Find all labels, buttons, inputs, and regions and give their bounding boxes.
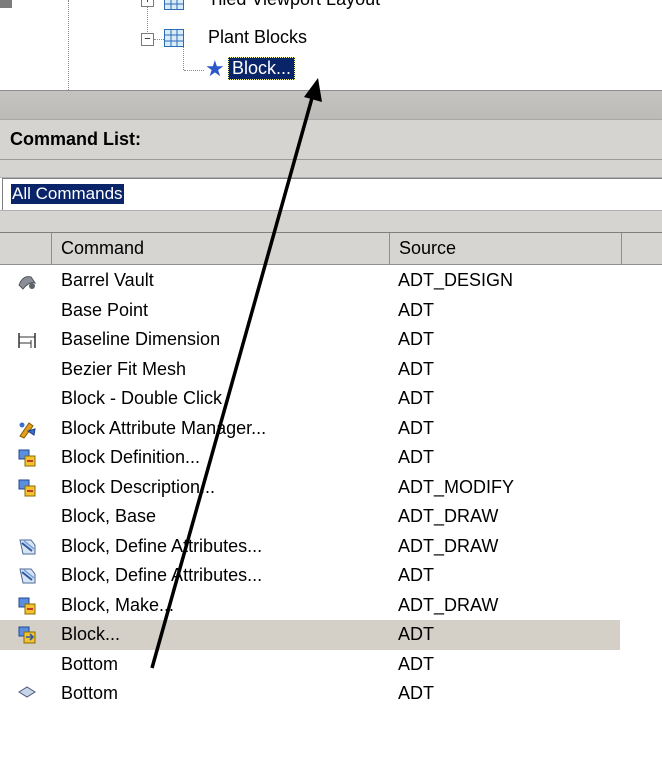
define-attributes-icon [19,539,36,554]
block-icon [18,597,36,614]
tree-item-block[interactable]: Block... [228,57,296,80]
column-header-command[interactable]: Command [52,233,390,265]
list-rows: Barrel Vault ADT_DESIGN Base Point ADT B… [0,266,662,709]
column-header-label: Command [61,238,145,258]
command-cell: Block, Make... [61,594,175,615]
list-header: Command Source [0,233,662,265]
table-row[interactable]: Block - Double Click ADT [0,384,662,414]
panel-splitter[interactable] [0,90,662,120]
layout-grid-icon [164,0,184,10]
command-cell: Block Attribute Manager... [61,417,267,438]
attribute-manager-icon [19,421,36,439]
tree-guide-line [183,46,184,70]
command-cell: Block, Define Attributes... [61,565,263,585]
table-row[interactable]: Bottom ADT [0,679,662,709]
source-cell: ADT_DRAW [398,535,499,556]
column-header-label: Source [399,238,457,258]
command-cell: Base Point [61,299,149,320]
table-row[interactable]: Block Definition... ADT [0,443,662,473]
tree-connector [154,39,164,40]
table-row[interactable]: Block, Define Attributes... ADT_DRAW [0,532,662,562]
column-header-icon[interactable] [0,233,52,265]
tree-guide-line [68,0,69,90]
column-header-source[interactable]: Source [390,233,622,265]
tree-expander[interactable]: − [141,33,154,46]
command-cell: Block... [61,624,121,644]
command-cell: Bottom [61,653,119,674]
source-cell: ADT_DRAW [398,594,499,615]
table-row[interactable]: Baseline Dimension ADT [0,325,662,355]
command-cell: Baseline Dimension [61,329,221,349]
source-cell: ADT_DRAW [398,506,499,526]
source-cell: ADT [398,299,434,320]
command-cell: Block, Define Attributes... [61,535,263,556]
command-list-title: Command List: [10,129,142,149]
table-row[interactable]: Bottom ADT [0,650,662,680]
command-cell: Barrel Vault [61,270,154,290]
panel-gap [0,210,662,232]
bottom-view-icon [18,686,36,698]
source-cell: ADT_DESIGN [398,270,514,290]
command-list-header: Command List: [0,120,662,160]
source-cell: ADT [398,683,434,703]
command-cell: Block - Double Click [61,388,223,408]
source-cell: ADT [398,565,434,585]
block-icon [18,449,36,467]
table-row-selected[interactable]: Block... ADT [0,620,662,650]
table-row[interactable]: Block, Define Attributes... ADT [0,561,662,591]
table-row[interactable]: Bezier Fit Mesh ADT [0,355,662,385]
tree-connector [184,70,204,71]
tree-item-plant-blocks[interactable]: Plant Blocks [208,27,307,48]
command-cell: Block Definition... [61,447,201,467]
source-cell: ADT [398,447,434,467]
table-row[interactable]: Block Description... ADT_MODIFY [0,473,662,503]
scrollbar-stub[interactable] [0,0,12,8]
column-header-extra[interactable] [622,233,662,265]
command-filter-dropdown[interactable]: All Commands [2,178,662,210]
command-cell: Block Description... [61,476,216,497]
source-cell: ADT [398,653,434,674]
table-row[interactable]: Block Attribute Manager... ADT [0,414,662,444]
block-insert-icon [18,626,36,644]
source-cell: ADT [398,624,434,644]
tree-item-tiled-viewport-layout[interactable]: Tiled Viewport Layout [208,0,380,10]
define-attributes-icon [19,568,36,584]
barrel-vault-icon [18,276,37,290]
source-cell: ADT [398,388,434,408]
panel-gap [0,160,662,178]
table-row[interactable]: Base Point ADT [0,296,662,326]
filter-selected-value: All Commands [11,184,124,204]
source-cell: ADT [398,417,434,438]
source-cell: ADT [398,329,434,349]
command-cell: Bottom [61,683,119,703]
table-row[interactable]: Block, Base ADT_DRAW [0,502,662,532]
tree-view: + Tiled Viewport Layout − Plant Blocks ★… [0,0,662,90]
star-icon: ★ [205,56,225,81]
command-cell: Bezier Fit Mesh [61,358,187,379]
layout-grid-icon [164,29,184,47]
command-cell: Block, Base [61,506,157,526]
baseline-dimension-icon [18,333,36,348]
source-cell: ADT_MODIFY [398,476,515,497]
source-cell: ADT [398,358,434,379]
command-list[interactable]: Command Source Barrel Vault ADT_DESIGN B… [0,232,662,758]
table-row[interactable]: Barrel Vault ADT_DESIGN [0,266,662,296]
table-row[interactable]: Block, Make... ADT_DRAW [0,591,662,621]
block-icon [18,479,36,496]
tree-expander[interactable]: + [141,0,154,7]
